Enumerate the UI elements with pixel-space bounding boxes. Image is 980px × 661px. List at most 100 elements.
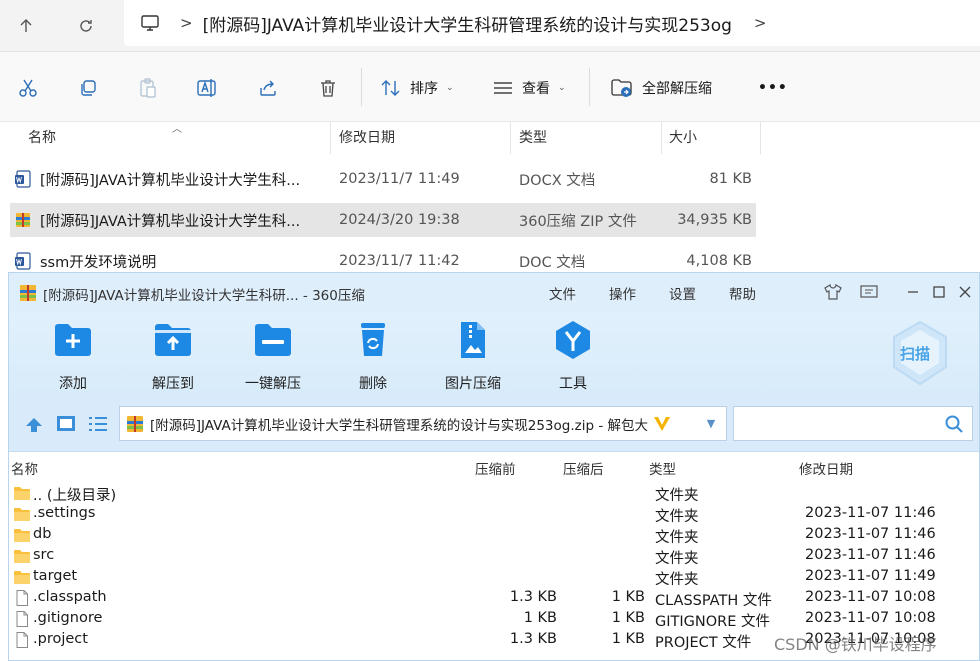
menu-settings[interactable]: 设置 xyxy=(669,283,696,303)
zip-entry-row[interactable]: .settings 文件夹 2023-11-07 11:46 xyxy=(9,504,979,525)
extract-all-button[interactable]: 全部解压缩 xyxy=(610,74,712,102)
path-dropdown-icon[interactable]: ▼ xyxy=(696,407,726,440)
zip-entry-row[interactable]: db 文件夹 2023-11-07 11:46 xyxy=(9,525,979,546)
zip-search-input[interactable] xyxy=(733,406,973,441)
add-button[interactable]: 添加 xyxy=(33,319,113,393)
search-icon[interactable] xyxy=(944,414,964,434)
zip-entry-size-before: 1 KB xyxy=(523,610,557,626)
zip-entry-name: .. (上级目录) xyxy=(33,488,117,504)
zip-entry-modified: 2023-11-07 10:08 xyxy=(805,610,936,626)
thumbnail-view-icon[interactable] xyxy=(55,414,77,434)
chevron-down-icon: ⌄ xyxy=(446,83,454,93)
zip-column-type[interactable]: 类型 xyxy=(649,458,676,478)
zip-column-modified[interactable]: 修改日期 xyxy=(799,458,853,478)
image-compress-button[interactable]: 图片压缩 xyxy=(433,319,513,393)
column-divider[interactable] xyxy=(760,122,761,154)
up-arrow-icon[interactable] xyxy=(8,8,44,44)
toolbar-divider xyxy=(589,68,590,106)
extract-to-button[interactable]: 解压到 xyxy=(133,319,213,393)
zip-window: [附源码]JAVA计算机毕业设计大学生科研... - 360压缩 文件 操作 设… xyxy=(8,272,980,661)
zip-entry-modified: 2023-11-07 11:46 xyxy=(805,547,936,563)
zip-entry-size-after: 1 KB xyxy=(611,610,645,626)
up-level-icon[interactable] xyxy=(23,414,45,434)
scan-button[interactable]: 扫描 xyxy=(889,319,951,389)
word-doc-icon xyxy=(15,170,31,188)
column-size[interactable]: 大小 xyxy=(661,122,697,154)
close-icon[interactable] xyxy=(955,282,975,302)
file-row-selected[interactable]: [附源码]JAVA计算机毕业设计大学生科... 2024/3/20 19:38 … xyxy=(10,203,756,237)
menu-help[interactable]: 帮助 xyxy=(729,283,756,303)
tools-icon xyxy=(556,321,590,359)
file-type: DOCX 文档 xyxy=(519,172,596,189)
file-name: ssm开发环境说明 xyxy=(40,254,157,271)
zip-column-after[interactable]: 压缩后 xyxy=(563,458,604,478)
minimize-icon[interactable] xyxy=(903,282,923,302)
zip-path-text: [附源码]JAVA计算机毕业设计大学生科研管理系统的设计与实现253og.zip… xyxy=(150,417,649,434)
image-compress-label: 图片压缩 xyxy=(445,376,501,392)
column-modified[interactable]: 修改日期 xyxy=(331,122,395,154)
zip-title-bar[interactable]: [附源码]JAVA计算机毕业设计大学生科研... - 360压缩 文件 操作 设… xyxy=(9,273,979,311)
sort-ascending-icon: ︿ xyxy=(172,124,182,135)
folder-icon xyxy=(13,506,31,522)
scan-label: 扫描 xyxy=(900,345,931,363)
delete-icon[interactable] xyxy=(318,74,338,102)
maximize-icon[interactable] xyxy=(929,282,949,302)
one-click-extract-label: 一键解压 xyxy=(245,376,301,392)
cut-icon[interactable] xyxy=(18,74,38,102)
delete-label: 删除 xyxy=(359,376,387,392)
breadcrumb-separator[interactable]: > xyxy=(180,14,193,32)
zip-entry-row[interactable]: .. (上级目录) 文件夹 xyxy=(9,483,979,504)
copy-icon[interactable] xyxy=(78,74,98,102)
sort-button[interactable]: 排序 ⌄ xyxy=(380,74,454,102)
one-click-extract-button[interactable]: 一键解压 xyxy=(233,319,313,393)
view-button[interactable]: 查看 ⌄ xyxy=(492,74,566,102)
zip-entry-size-after: 1 KB xyxy=(611,631,645,647)
tools-label: 工具 xyxy=(559,376,587,392)
zip-entry-name: .gitignore xyxy=(33,610,103,626)
zip-entry-name: target xyxy=(33,568,78,584)
tools-button[interactable]: 工具 xyxy=(533,319,613,393)
rename-icon[interactable] xyxy=(196,74,218,102)
file-row[interactable]: [附源码]JAVA计算机毕业设计大学生科... 2023/11/7 11:49 … xyxy=(10,162,756,196)
extract-to-icon xyxy=(155,324,191,356)
zip-column-name[interactable]: 名称 xyxy=(11,458,38,478)
share-icon[interactable] xyxy=(258,74,278,102)
column-name[interactable]: 名称 xyxy=(20,122,56,154)
feedback-icon[interactable] xyxy=(859,282,879,302)
zip-entry-modified: 2023-11-07 11:46 xyxy=(805,505,936,521)
breadcrumb-folder[interactable]: [附源码]JAVA计算机毕业设计大学生科研管理系统的设计与实现253og xyxy=(203,11,732,36)
csdn-watermark: CSDN @铁川毕设程序 xyxy=(774,635,937,654)
menu-operate[interactable]: 操作 xyxy=(609,283,636,303)
zip-window-title: [附源码]JAVA计算机毕业设计大学生科研... - 360压缩 xyxy=(43,288,365,304)
zip-entry-row[interactable]: .gitignore 1 KB 1 KB GITIGNORE 文件 2023-11-07… xyxy=(9,609,979,630)
more-options-button[interactable]: ••• xyxy=(758,74,788,102)
menu-file[interactable]: 文件 xyxy=(549,283,576,303)
breadcrumb-chevron[interactable]: > xyxy=(754,14,767,32)
image-compress-icon xyxy=(461,322,485,358)
column-type[interactable]: 类型 xyxy=(511,122,547,154)
add-folder-icon xyxy=(55,324,91,356)
zip-entry-row[interactable]: target 文件夹 2023-11-07 11:49 xyxy=(9,567,979,588)
zip-entry-name: db xyxy=(33,526,52,542)
zip-entry-size-before: 1.3 KB xyxy=(509,589,557,605)
paste-icon[interactable] xyxy=(138,74,158,102)
folder-icon xyxy=(13,485,31,501)
zip-entry-row[interactable]: src 文件夹 2023-11-07 11:46 xyxy=(9,546,979,567)
zip-entry-row[interactable]: .classpath 1.3 KB 1 KB CLASSPATH 文件 2023-11-… xyxy=(9,588,979,609)
zip-entry-type: 文件夹 xyxy=(655,509,699,525)
file-size: 34,935 KB xyxy=(677,212,752,228)
recycle-bin-icon xyxy=(361,323,385,356)
refresh-icon[interactable] xyxy=(68,8,104,44)
zip-entry-type: 文件夹 xyxy=(655,551,699,567)
skin-shirt-icon[interactable] xyxy=(823,282,843,302)
zip-entry-size-after: 1 KB xyxy=(611,589,645,605)
folder-icon xyxy=(13,548,31,564)
zip-column-before[interactable]: 压缩前 xyxy=(475,458,516,478)
file-icon xyxy=(13,590,31,606)
address-path-box[interactable]: > [附源码]JAVA计算机毕业设计大学生科研管理系统的设计与实现253og > xyxy=(124,0,980,46)
v-badge-icon xyxy=(654,416,671,431)
list-view-icon[interactable] xyxy=(87,414,109,434)
sort-label: 排序 xyxy=(410,81,438,97)
zip-path-input[interactable]: [附源码]JAVA计算机毕业设计大学生科研管理系统的设计与实现253og.zip… xyxy=(119,406,727,441)
delete-button[interactable]: 删除 xyxy=(333,319,413,393)
